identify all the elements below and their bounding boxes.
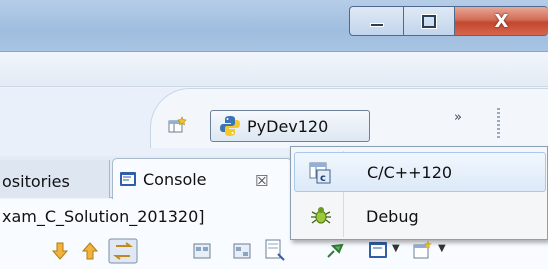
move-up-icon[interactable] [80,241,100,261]
overflow-chevron-icon[interactable]: » [454,110,462,125]
close-button[interactable]: X [455,6,548,36]
dropdown-arrow-icon[interactable]: ▼ [392,243,400,254]
menu-item-debug-label: Debug [366,206,419,226]
tab-console-label: Console [143,169,207,189]
pydev-perspective-button[interactable]: PyDev120 [210,110,370,142]
toolbar-grip [497,108,500,138]
new-console-icon[interactable] [412,239,434,261]
pin-icon[interactable] [324,239,346,261]
maximize-button[interactable] [404,6,455,36]
open-perspective-icon[interactable] [168,116,188,134]
link-with-editor-icon[interactable] [108,238,138,264]
python-icon [220,116,240,136]
move-down-icon[interactable] [50,241,70,261]
menu-item-cpp-label: C/C++120 [367,162,453,182]
minimize-button[interactable] [349,6,404,36]
menu-item-cpp[interactable]: c C/C++120 [294,152,546,192]
pydev-perspective-label: PyDev120 [247,116,329,136]
console-view-icon[interactable] [368,241,388,259]
dropdown-arrow-icon-2[interactable]: ▼ [438,243,446,254]
restore-icon [421,13,437,29]
display-selected-console-icon[interactable] [232,241,252,261]
svg-text:c: c [320,173,326,184]
pin-console-icon[interactable] [192,241,212,261]
minimize-icon [369,23,384,27]
tab-repositories[interactable]: ositories [0,160,110,198]
close-tab-icon[interactable]: ☒ [255,172,268,190]
debug-bug-icon [311,207,331,224]
open-console-icon[interactable] [264,239,286,263]
perspective-menu: c C/C++120 Debug [290,146,548,240]
close-icon: X [494,10,509,32]
console-icon [120,172,136,186]
window-titlebar: X [0,0,548,52]
menu-item-debug[interactable]: Debug [294,196,546,236]
menu-bar [0,53,548,87]
cpp-perspective-icon: c [309,162,331,184]
console-path-text: xam_C_Solution_201320] [2,207,205,226]
